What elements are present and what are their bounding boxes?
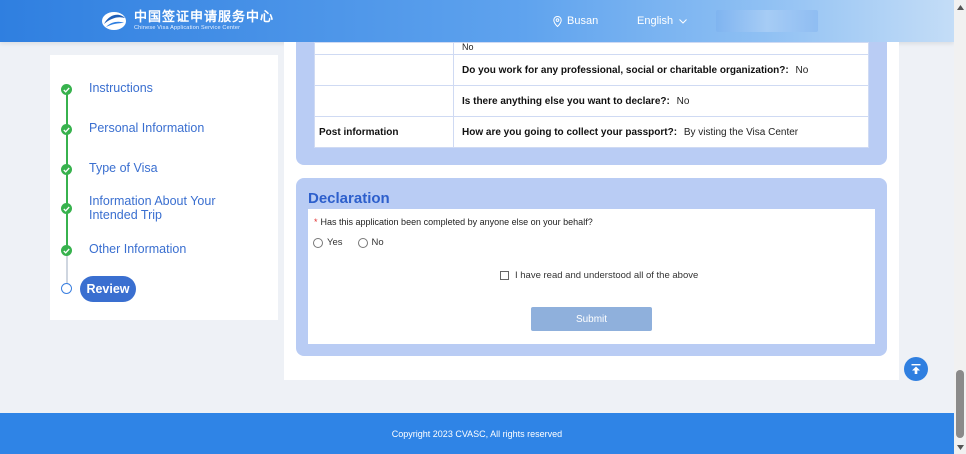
logo-english-text: Chinese Visa Application Service Center <box>134 24 241 31</box>
table-cell-qa: Do you work for any professional, social… <box>453 54 869 86</box>
top-header: 中国签证申请服务中心 Chinese Visa Application Serv… <box>0 0 954 42</box>
arrow-up-icon <box>911 364 921 374</box>
table-cell-qa: Is there anything else you want to decla… <box>453 85 869 117</box>
vertical-scrollbar[interactable] <box>954 0 966 454</box>
copyright-text: Copyright 2023 CVASC, All rights reserve… <box>391 428 563 439</box>
radio-option-no[interactable]: No <box>357 237 384 248</box>
check-icon <box>61 245 72 256</box>
answer-text: No <box>795 64 809 76</box>
radio-label: Yes <box>327 237 343 248</box>
table-cell-section <box>314 85 454 117</box>
step-personal-information[interactable]: Personal Information <box>61 121 204 135</box>
check-icon <box>61 203 72 214</box>
table-cell-section <box>314 42 454 55</box>
back-to-top-button[interactable] <box>904 357 928 381</box>
answer-text: No <box>676 95 690 107</box>
logo-swoosh-icon <box>102 12 126 30</box>
answer-text: By visting the Visa Center <box>683 126 799 138</box>
step-label: Personal Information <box>89 121 205 135</box>
check-icon <box>61 164 72 175</box>
scroll-down-arrow-icon[interactable] <box>954 440 966 454</box>
table-cell-qa: No <box>453 42 869 55</box>
question-text: Is there anything else you want to decla… <box>462 95 670 107</box>
chevron-down-icon <box>679 18 687 24</box>
declaration-radio-group: Yes No <box>313 237 399 248</box>
table-row: Post information How are you going to co… <box>314 116 869 148</box>
logo-chinese-text: 中国签证申请服务中心 <box>134 9 275 25</box>
radio-button[interactable] <box>357 237 368 248</box>
language-label: English <box>637 15 674 27</box>
page-footer: Copyright 2023 CVASC, All rights reserve… <box>0 413 954 454</box>
table-cell-section <box>314 54 454 86</box>
step-other-information[interactable]: Other Information <box>61 242 186 256</box>
radio-option-yes[interactable]: Yes <box>313 237 343 248</box>
user-account-area[interactable] <box>716 10 818 32</box>
check-icon <box>61 84 72 95</box>
table-row: No <box>314 42 869 55</box>
scroll-up-arrow-icon[interactable] <box>954 0 966 14</box>
question-text: How are you going to collect your passpo… <box>462 126 678 138</box>
location-pin-icon <box>553 15 562 27</box>
step-review-pill[interactable]: Review <box>80 276 136 302</box>
step-label: Other Information <box>89 242 187 256</box>
radio-label: No <box>371 237 384 248</box>
declaration-question-text: Has this application been completed by a… <box>320 217 593 227</box>
table-row: Is there anything else you want to decla… <box>314 85 869 117</box>
step-instructions[interactable]: Instructions <box>61 81 153 95</box>
table-cell-section: Post information <box>314 116 454 148</box>
question-text: Do you work for any professional, social… <box>462 64 789 76</box>
location-selector[interactable]: Busan <box>553 15 598 27</box>
step-label-line2: Intended Trip <box>89 208 162 222</box>
step-label: Information About Your Intended Trip <box>89 194 215 222</box>
step-intended-trip[interactable]: Information About Your Intended Trip <box>61 194 215 222</box>
check-icon <box>61 124 72 135</box>
step-label-line1: Information About Your <box>89 194 216 208</box>
step-type-of-visa[interactable]: Type of Visa <box>61 161 158 175</box>
step-label: Instructions <box>89 81 153 95</box>
declaration-title: Declaration <box>308 190 390 207</box>
declaration-question: * Has this application been completed by … <box>314 217 593 227</box>
step-label: Type of Visa <box>89 161 158 175</box>
required-mark: * <box>314 217 318 227</box>
table-cell-qa: How are you going to collect your passpo… <box>453 116 869 148</box>
location-label: Busan <box>567 15 599 27</box>
agree-checkbox-row[interactable]: I have read and understood all of the ab… <box>500 270 698 281</box>
agree-label: I have read and understood all of the ab… <box>515 270 699 281</box>
table-row: Do you work for any professional, social… <box>314 54 869 86</box>
scrollbar-thumb[interactable] <box>956 370 964 438</box>
summary-table: No Do you work for any professional, soc… <box>314 42 869 148</box>
radio-button[interactable] <box>313 237 323 248</box>
step-review[interactable] <box>61 283 72 294</box>
answer-text: No <box>462 42 474 52</box>
language-selector[interactable]: English <box>637 15 687 27</box>
agree-checkbox[interactable] <box>500 271 509 280</box>
cvasc-logo[interactable]: 中国签证申请服务中心 Chinese Visa Application Serv… <box>100 9 274 33</box>
current-step-circle-icon <box>61 283 72 294</box>
submit-button[interactable]: Submit <box>531 307 652 331</box>
